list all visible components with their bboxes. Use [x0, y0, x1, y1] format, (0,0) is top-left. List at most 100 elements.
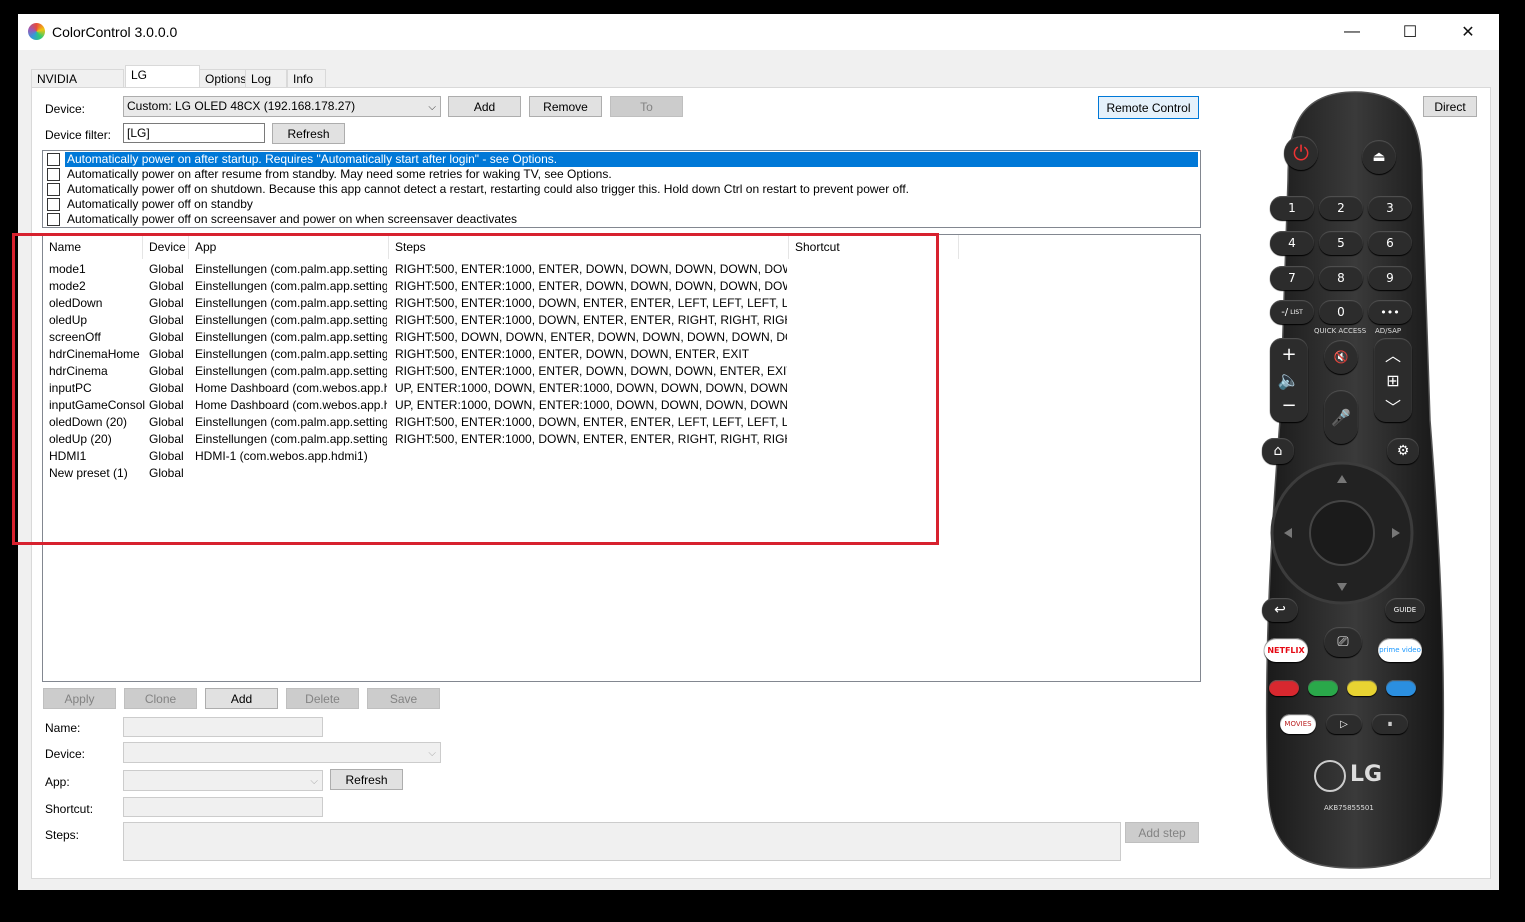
editor-device-select[interactable]: ⌵	[123, 742, 441, 763]
steps-input[interactable]	[123, 822, 1121, 861]
table-row[interactable]: hdrCinema Global Einstellungen (com.palm.a…	[43, 363, 803, 380]
remote-key-list[interactable]: -/LIST	[1270, 300, 1314, 324]
column-header-steps[interactable]: Steps	[389, 235, 789, 259]
remote-key-4[interactable]: 4	[1270, 231, 1314, 255]
delete-button[interactable]: Delete	[286, 688, 359, 709]
ok-icon[interactable]: ⎚	[1324, 627, 1362, 657]
remote-key-8[interactable]: 8	[1319, 266, 1363, 290]
remote-key-more[interactable]: •••	[1368, 300, 1412, 324]
checkbox[interactable]	[47, 168, 60, 181]
table-row[interactable]: screenOff Global Einstellungen (com.palm.a…	[43, 329, 803, 346]
home-icon[interactable]: ⌂	[1262, 438, 1294, 464]
tab-nvidia-controller[interactable]: NVIDIA controller	[31, 69, 124, 104]
device-remove-button[interactable]: Remove	[529, 96, 602, 117]
table-row[interactable]: inputPC Global Home Dashboard (com.webos.a…	[43, 380, 803, 397]
column-header-shortcut[interactable]: Shortcut	[789, 235, 959, 259]
preset-app: Einstellungen (com.palm.app.settings)	[195, 313, 387, 327]
blue-key[interactable]	[1386, 680, 1416, 696]
pause-icon[interactable]: ⏸	[1372, 714, 1408, 734]
app-refresh-button[interactable]: Refresh	[330, 769, 403, 790]
prime-video-button[interactable]: prime video	[1378, 638, 1422, 662]
device-add-button[interactable]: Add	[448, 96, 521, 117]
green-key[interactable]	[1308, 680, 1338, 696]
netflix-button[interactable]: NETFLIX	[1264, 638, 1308, 662]
table-row[interactable]: oledDown Global Einstellungen (com.palm.ap…	[43, 295, 803, 312]
column-header-app[interactable]: App	[189, 235, 389, 259]
filter-refresh-button[interactable]: Refresh	[272, 123, 345, 144]
add-preset-button[interactable]: Add	[205, 688, 278, 709]
close-button[interactable]: ✕	[1445, 14, 1491, 50]
maximize-button[interactable]: ☐	[1387, 14, 1433, 50]
channel-rocker[interactable]: ︿ ⊞ ﹀	[1374, 338, 1412, 422]
power-option-resume[interactable]: Automatically power on after resume from…	[45, 167, 1198, 182]
remote-key-0[interactable]: 0	[1319, 300, 1363, 324]
remote-key-3[interactable]: 3	[1368, 196, 1412, 220]
name-label: Name:	[45, 721, 81, 735]
checkbox[interactable]	[47, 153, 60, 166]
table-row[interactable]: hdrCinemaHome Global Einstellungen (com.pa…	[43, 346, 803, 363]
shortcut-label: Shortcut:	[45, 802, 94, 816]
remote-key-6[interactable]: 6	[1368, 231, 1412, 255]
remote-key-7[interactable]: 7	[1270, 266, 1314, 290]
table-row[interactable]: inputGameConsole Global Home Dashboard (co…	[43, 397, 803, 414]
preset-app: Home Dashboard (com.webos.app.ho...	[195, 381, 387, 395]
back-icon[interactable]: ↩	[1262, 598, 1298, 622]
yellow-key[interactable]	[1347, 680, 1377, 696]
table-row[interactable]: oledDown (20) Global Einstellungen (com.pa…	[43, 414, 803, 431]
table-row[interactable]: New preset (1) Global	[43, 465, 803, 482]
device-filter-input[interactable]: [LG]	[123, 123, 265, 143]
table-row[interactable]: mode1 Global Einstellungen (com.palm.app.s…	[43, 261, 803, 278]
remote-key-5[interactable]: 5	[1319, 231, 1363, 255]
remote-control-button[interactable]: Remote Control	[1098, 96, 1199, 119]
clone-button[interactable]: Clone	[124, 688, 197, 709]
microphone-icon[interactable]: 🎤	[1324, 390, 1358, 444]
table-row[interactable]: mode2 Global Einstellungen (com.palm.app.s…	[43, 278, 803, 295]
mute-icon[interactable]: 🔇	[1324, 340, 1358, 374]
power-option-screensaver[interactable]: Automatically power off on screensaver a…	[45, 212, 1198, 227]
checkbox[interactable]	[47, 213, 60, 226]
tab-info[interactable]: Info	[287, 69, 326, 87]
minimize-button[interactable]: —	[1329, 14, 1375, 50]
power-option-shutdown[interactable]: Automatically power off on shutdown. Bec…	[45, 182, 1198, 197]
app-label: App:	[45, 775, 70, 789]
apply-button[interactable]: Apply	[43, 688, 116, 709]
tab-lg-controller[interactable]: LG controller	[125, 65, 200, 100]
remote-key-2[interactable]: 2	[1319, 196, 1363, 220]
shortcut-input[interactable]	[123, 797, 323, 817]
lg-magic-remote: ⏻ ⏏ 1 2 3 4 5 6 7 8 9 -/LIST 0 ••• QUICK…	[1262, 90, 1448, 870]
device-to-button[interactable]: To	[610, 96, 683, 117]
add-step-button[interactable]: Add step	[1125, 822, 1199, 843]
guide-button[interactable]: GUIDE	[1385, 598, 1425, 622]
input-icon[interactable]: ⏏	[1362, 140, 1396, 174]
play-icon[interactable]: ▷	[1326, 714, 1362, 734]
chevron-down-icon: ⌵	[428, 748, 436, 759]
remote-key-9[interactable]: 9	[1368, 266, 1412, 290]
name-input[interactable]	[123, 717, 323, 737]
preset-name: oledDown	[49, 296, 103, 310]
preset-device: Global	[149, 262, 184, 276]
tab-options[interactable]: Options	[199, 69, 246, 87]
tab-log[interactable]: Log	[245, 69, 287, 87]
table-row[interactable]: HDMI1 Global HDMI-1 (com.webos.app.hdmi1)	[43, 448, 803, 465]
power-option-startup[interactable]: Automatically power on after startup. Re…	[45, 152, 1198, 167]
red-key[interactable]	[1269, 680, 1299, 696]
column-header-device[interactable]: Device	[143, 235, 189, 259]
checkbox[interactable]	[47, 183, 60, 196]
preset-device: Global	[149, 347, 184, 361]
app-select[interactable]: ⌵	[123, 770, 323, 791]
preset-name: inputPC	[49, 381, 92, 395]
table-row[interactable]: oledUp (20) Global Einstellungen (com.palm…	[43, 431, 803, 448]
option-label: Automatically power on after resume from…	[67, 167, 612, 181]
settings-icon[interactable]: ⚙	[1387, 438, 1419, 464]
save-button[interactable]: Save	[367, 688, 440, 709]
table-row[interactable]: oledUp Global Einstellungen (com.palm.app.…	[43, 312, 803, 329]
power-icon[interactable]: ⏻	[1284, 136, 1318, 170]
power-option-standby[interactable]: Automatically power off on standby	[45, 197, 1198, 212]
movies-button[interactable]: MOVIES	[1280, 714, 1316, 734]
preset-name: inputGameConsole	[49, 398, 145, 412]
remote-key-1[interactable]: 1	[1270, 196, 1314, 220]
volume-rocker[interactable]: + 🔈 −	[1270, 338, 1308, 422]
checkbox[interactable]	[47, 198, 60, 211]
column-header-name[interactable]: Name	[43, 235, 143, 259]
device-select[interactable]: Custom: LG OLED 48CX (192.168.178.27) ⌵	[123, 96, 441, 117]
